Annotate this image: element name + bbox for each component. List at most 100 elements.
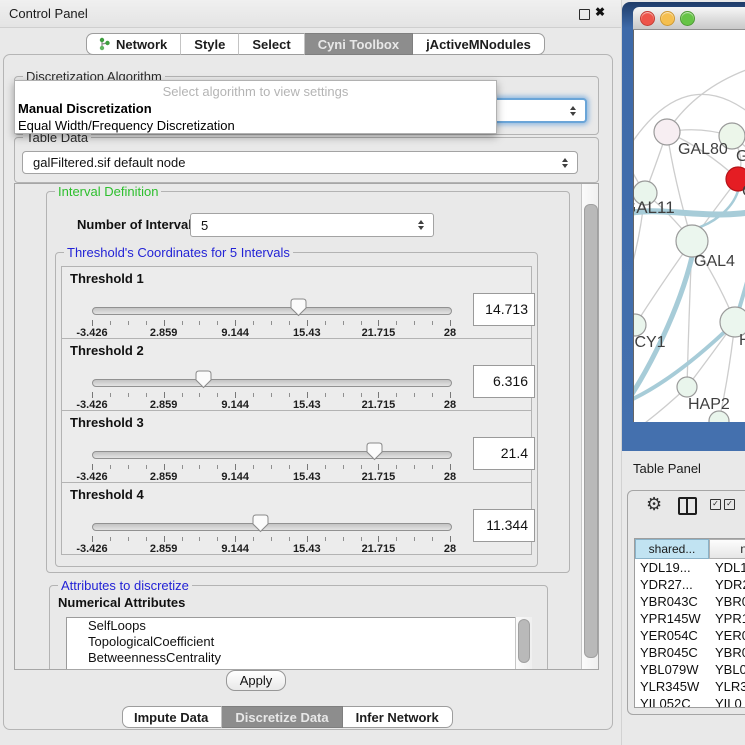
tab-impute-data[interactable]: Impute Data bbox=[122, 706, 222, 728]
number-of-intervals-value: 5 bbox=[201, 218, 208, 233]
tick-mark bbox=[396, 393, 397, 397]
column-header-shared-name[interactable]: shared... bbox=[635, 539, 709, 559]
node-label-hap2: HAP2 bbox=[688, 396, 730, 413]
threshold-1-slider-thumb[interactable] bbox=[290, 298, 307, 317]
network-window-titlebar[interactable] bbox=[633, 7, 745, 30]
threshold-2-slider-thumb[interactable] bbox=[195, 370, 212, 389]
tick-mark bbox=[396, 465, 397, 469]
select-columns-icon[interactable]: ✓ ✓ bbox=[710, 499, 735, 510]
tab-jactivemnodules[interactable]: jActiveMNodules bbox=[413, 33, 545, 55]
threshold-1-value-field[interactable]: 14.713 bbox=[473, 293, 535, 326]
attributes-list-scrollbar-thumb[interactable] bbox=[518, 619, 530, 663]
minimize-traffic-light-icon[interactable] bbox=[660, 11, 675, 26]
tab-select[interactable]: Select bbox=[239, 33, 304, 55]
dropdown-option-equal-width-frequency[interactable]: Equal Width/Frequency Discretization bbox=[15, 118, 496, 135]
tab-discretize-data[interactable]: Discretize Data bbox=[222, 706, 342, 728]
tick-mark bbox=[164, 320, 165, 326]
tick-mark bbox=[92, 392, 93, 398]
attribute-item-selfloops[interactable]: SelfLoops bbox=[67, 618, 516, 634]
node-hap2[interactable] bbox=[677, 377, 697, 397]
tick-mark bbox=[128, 465, 129, 469]
table-header-row: shared... na bbox=[635, 539, 745, 559]
tick-mark bbox=[450, 320, 451, 326]
attribute-item-betweennesscentrality[interactable]: BetweennessCentrality bbox=[67, 650, 516, 666]
tick-mark bbox=[307, 392, 308, 398]
threshold-2-slider[interactable] bbox=[92, 379, 452, 387]
column-header-name[interactable]: na bbox=[709, 539, 745, 559]
table-row[interactable]: YBL079WYBL0 bbox=[635, 661, 745, 678]
number-of-intervals-spinner[interactable]: 5 bbox=[190, 213, 434, 237]
tick-mark bbox=[361, 465, 362, 469]
table-row[interactable]: YPR145WYPR1 bbox=[635, 610, 745, 627]
tab-label: Discretize Data bbox=[235, 710, 328, 725]
tick-mark bbox=[199, 393, 200, 397]
tick-mark bbox=[164, 392, 165, 398]
cell-name: YER0 bbox=[709, 627, 745, 644]
tick-mark bbox=[307, 536, 308, 542]
tick-mark bbox=[253, 393, 254, 397]
node-label-gal80: GAL80 bbox=[678, 141, 728, 158]
numerical-attributes-list[interactable]: SelfLoopsTopologicalCoefficientBetweenne… bbox=[66, 617, 517, 670]
node-gal80[interactable] bbox=[654, 119, 680, 145]
table-row[interactable]: YER054CYER0 bbox=[635, 627, 745, 644]
tick-mark bbox=[450, 392, 451, 398]
table-row[interactable]: YBR043CYBR0 bbox=[635, 593, 745, 610]
threshold-1-slider[interactable] bbox=[92, 307, 452, 315]
cell-shared-name: YDL19... bbox=[635, 559, 709, 576]
tab-cyni-toolbox[interactable]: Cyni Toolbox bbox=[305, 33, 413, 55]
threshold-row-1: Threshold 1 -3.4262.8599.14415.4321.7152… bbox=[61, 266, 532, 339]
network-view-window: GAL80 G C GAL11 GAL4 GCY1 H HAP2 bbox=[622, 2, 745, 451]
node-attribute-table: shared... na YDL19...YDL1YDR27...YDR2YBR… bbox=[634, 538, 745, 708]
threshold-3-slider-thumb[interactable] bbox=[366, 442, 383, 461]
threshold-4-value-field[interactable]: 11.344 bbox=[473, 509, 535, 542]
network-canvas[interactable]: GAL80 G C GAL11 GAL4 GCY1 H HAP2 bbox=[633, 30, 745, 422]
table-data-combobox[interactable]: galFiltered.sif default node bbox=[22, 151, 578, 174]
tick-mark bbox=[182, 537, 183, 541]
tick-mark bbox=[325, 393, 326, 397]
table-row[interactable]: YIL052CYIL0 bbox=[635, 695, 745, 708]
cell-shared-name: YBR045C bbox=[635, 644, 709, 661]
column-layout-icon[interactable] bbox=[678, 497, 697, 515]
tab-style[interactable]: Style bbox=[181, 33, 239, 55]
threshold-2-value-field[interactable]: 6.316 bbox=[473, 365, 535, 398]
tick-mark bbox=[414, 393, 415, 397]
tick-mark bbox=[182, 465, 183, 469]
tick-mark bbox=[146, 321, 147, 325]
apply-button[interactable]: Apply bbox=[226, 670, 286, 691]
algorithm-dropdown-popup: Select algorithm to view settings Manual… bbox=[14, 80, 497, 134]
tab-infer-network[interactable]: Infer Network bbox=[343, 706, 453, 728]
node-label-gal11: GAL11 bbox=[634, 198, 675, 217]
tick-mark bbox=[414, 537, 415, 541]
tick-mark bbox=[164, 464, 165, 470]
dropdown-option-manual-discretization[interactable]: Manual Discretization bbox=[15, 101, 496, 118]
tick-mark bbox=[325, 321, 326, 325]
threshold-3-slider[interactable] bbox=[92, 451, 452, 459]
attribute-item-topologicalcoefficient[interactable]: TopologicalCoefficient bbox=[67, 634, 516, 650]
table-row[interactable]: YDL19...YDL1 bbox=[635, 559, 745, 576]
tick-mark bbox=[325, 465, 326, 469]
slider-ticks bbox=[92, 392, 450, 399]
tab-network[interactable]: Network bbox=[86, 33, 181, 55]
tick-mark bbox=[128, 321, 129, 325]
cell-name: YDR2 bbox=[709, 576, 745, 593]
tick-mark bbox=[432, 465, 433, 469]
table-row[interactable]: YLR345WYLR3 bbox=[635, 678, 745, 695]
table-row[interactable]: YDR27...YDR2 bbox=[635, 576, 745, 593]
threshold-3-value-field[interactable]: 21.4 bbox=[473, 437, 535, 470]
interval-definition-title: Interval Definition bbox=[55, 184, 161, 199]
float-window-icon[interactable] bbox=[579, 9, 590, 20]
table-row[interactable]: YBR045CYBR0 bbox=[635, 644, 745, 661]
close-traffic-light-icon[interactable] bbox=[640, 11, 655, 26]
threshold-4-slider[interactable] bbox=[92, 523, 452, 531]
settings-scrollbar[interactable] bbox=[581, 184, 599, 669]
combo-arrows-icon bbox=[570, 106, 576, 116]
close-icon[interactable]: ✖ bbox=[595, 5, 605, 19]
tick-mark bbox=[253, 537, 254, 541]
node-gcy1[interactable] bbox=[634, 314, 646, 336]
settings-scrollbar-thumb[interactable] bbox=[584, 204, 598, 658]
gear-icon[interactable]: ⚙ bbox=[646, 494, 662, 515]
threshold-4-slider-thumb[interactable] bbox=[252, 514, 269, 533]
zoom-traffic-light-icon[interactable] bbox=[680, 11, 695, 26]
attributes-list-scrollbar[interactable] bbox=[515, 617, 532, 670]
tab-label: Impute Data bbox=[134, 710, 208, 725]
